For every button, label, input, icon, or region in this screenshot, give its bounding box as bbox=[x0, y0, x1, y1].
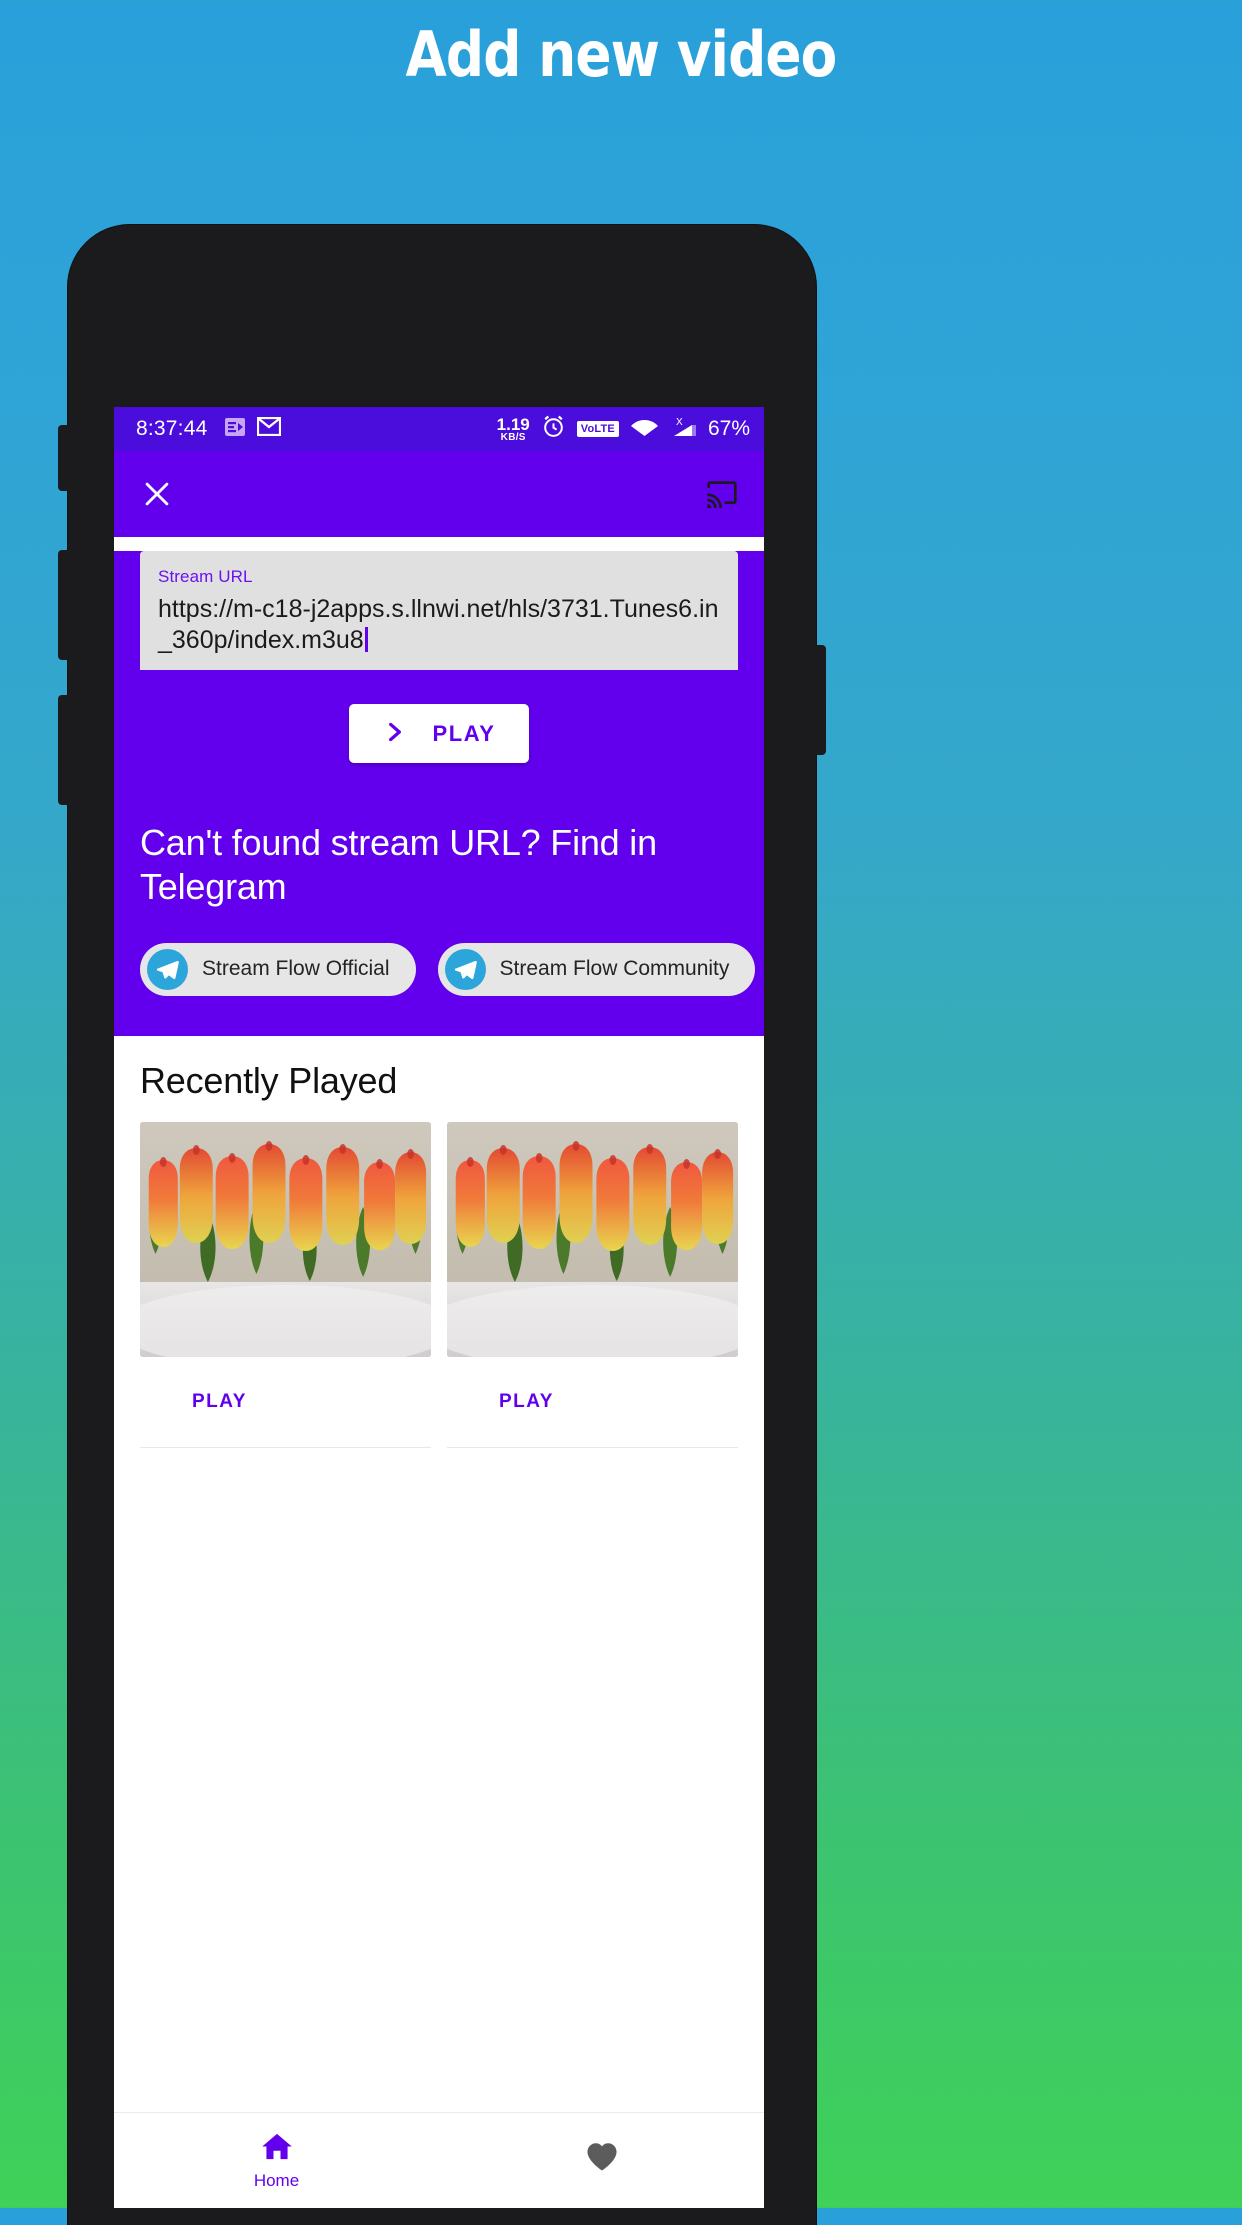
stream-url-field[interactable]: Stream URL https://m-c18-j2apps.s.llnwi.… bbox=[140, 551, 738, 670]
add-video-hero: Stream URL https://m-c18-j2apps.s.llnwi.… bbox=[114, 551, 764, 1036]
volte-badge: VoLTE bbox=[576, 421, 619, 437]
play-button-row: PLAY bbox=[140, 704, 738, 763]
phone-screen: 8:37:44 1.19 KB/S VoLTE X 67% Stream URL… bbox=[114, 407, 764, 2208]
phone-button-volume-down bbox=[58, 695, 70, 805]
nav-item-home[interactable]: Home bbox=[114, 2113, 439, 2208]
svg-text:X: X bbox=[676, 417, 683, 428]
recent-card[interactable]: PLAY bbox=[140, 1121, 431, 1448]
card-play-button[interactable]: PLAY bbox=[447, 1357, 738, 1413]
network-speed: 1.19 KB/S bbox=[497, 416, 530, 443]
notification-icon bbox=[223, 415, 247, 444]
wifi-icon bbox=[630, 416, 659, 443]
telegram-heading: Can't found stream URL? Find in Telegram bbox=[140, 822, 657, 907]
gmail-icon bbox=[257, 416, 282, 441]
stream-url-text: https://m-c18-j2apps.s.llnwi.net/hls/373… bbox=[158, 595, 719, 654]
card-divider bbox=[140, 1446, 431, 1448]
status-time: 8:37:44 bbox=[136, 417, 208, 440]
phone-button-mute bbox=[58, 425, 70, 491]
network-speed-value: 1.19 bbox=[496, 414, 530, 434]
stream-url-label: Stream URL bbox=[158, 567, 253, 586]
telegram-chip-community[interactable]: Stream Flow Community bbox=[437, 942, 756, 996]
recently-played-title: Recently Played bbox=[140, 1059, 398, 1101]
telegram-chip-label: Stream Flow Community bbox=[499, 957, 730, 981]
tulips-thumbnail bbox=[447, 1121, 738, 1357]
close-icon[interactable] bbox=[140, 477, 174, 511]
heart-icon bbox=[584, 2140, 620, 2177]
promo-title: Add new video bbox=[405, 18, 838, 91]
recently-played-section: Recently Played PLAY PLAY bbox=[114, 1035, 764, 1448]
play-chevron-icon bbox=[382, 719, 408, 748]
bottom-navigation: Home bbox=[114, 2112, 764, 2208]
telegram-icon bbox=[147, 948, 188, 990]
status-bar: 8:37:44 1.19 KB/S VoLTE X 67% bbox=[114, 407, 764, 451]
phone-button-power bbox=[814, 645, 826, 755]
status-right-icons: 1.19 KB/S VoLTE X 67% bbox=[497, 414, 750, 444]
telegram-chip-list: Stream Flow Official Stream Flow Communi… bbox=[140, 942, 756, 996]
card-divider bbox=[447, 1446, 738, 1448]
recently-played-cards: PLAY PLAY bbox=[140, 1121, 738, 1448]
status-notification-icons bbox=[223, 415, 282, 444]
network-speed-unit: KB/S bbox=[500, 431, 526, 443]
card-play-button[interactable]: PLAY bbox=[140, 1357, 431, 1413]
cast-icon[interactable] bbox=[706, 480, 738, 508]
telegram-chip-official[interactable]: Stream Flow Official bbox=[140, 942, 416, 996]
stream-url-input[interactable]: https://m-c18-j2apps.s.llnwi.net/hls/373… bbox=[158, 594, 720, 656]
play-button-label: PLAY bbox=[432, 720, 496, 746]
telegram-chip-label: Stream Flow Official bbox=[202, 957, 390, 981]
signal-x-icon: X bbox=[670, 415, 697, 444]
nav-item-favorites[interactable] bbox=[439, 2113, 764, 2208]
app-bar bbox=[114, 451, 764, 537]
battery-percent: 67% bbox=[707, 417, 750, 440]
play-button[interactable]: PLAY bbox=[349, 704, 529, 763]
telegram-icon bbox=[444, 948, 486, 990]
text-caret bbox=[364, 627, 368, 652]
nav-item-home-label: Home bbox=[253, 2170, 300, 2190]
phone-button-volume-up bbox=[58, 550, 70, 660]
alarm-icon bbox=[541, 414, 566, 444]
recent-card[interactable]: PLAY bbox=[447, 1121, 738, 1448]
tulips-thumbnail bbox=[140, 1121, 431, 1357]
home-icon bbox=[260, 2131, 294, 2167]
